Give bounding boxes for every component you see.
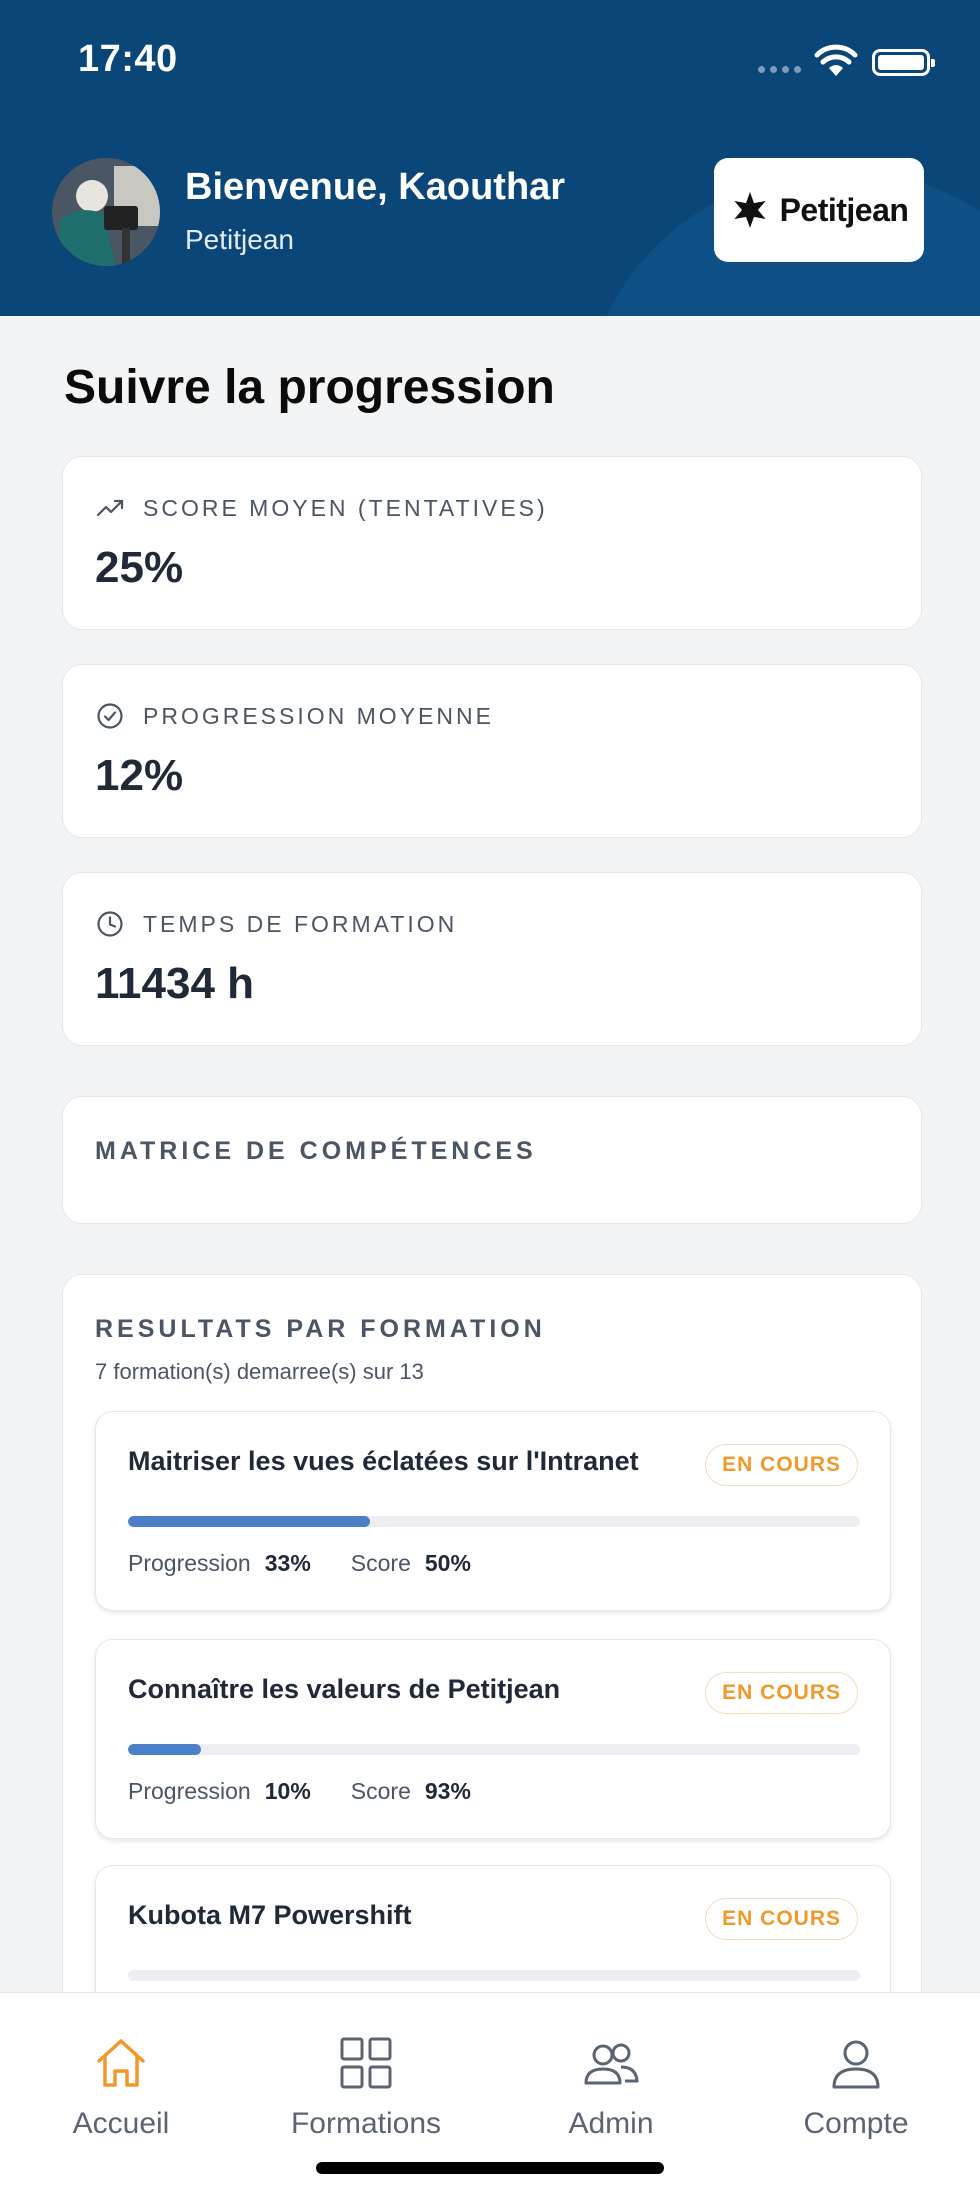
welcome-title: Bienvenue, Kaouthar (185, 166, 566, 208)
nav-label: Admin (568, 2107, 654, 2140)
progress-fill (128, 1744, 202, 1755)
score-value: 50% (424, 1550, 471, 1576)
nav-item-formations[interactable]: Formations (276, 2033, 456, 2141)
course-card[interactable]: Maitriser les vues éclatées sur l'Intran… (95, 1411, 891, 1611)
stat-label: PROGRESSION MOYENNE (143, 703, 494, 729)
home-icon (97, 2039, 145, 2087)
page-title: Suivre la progression (64, 361, 555, 414)
skills-matrix-card[interactable]: MATRICE DE COMPÉTENCES (62, 1096, 922, 1224)
progress-value: 10% (264, 1778, 311, 1804)
course-meta: Progression 10% Score 93% (128, 1778, 511, 1805)
results-card: RESULTATS PAR FORMATION 7 formation(s) d… (62, 1274, 922, 2034)
course-card[interactable]: Connaître les valeurs de Petitjean EN CO… (95, 1639, 891, 1839)
nav-label: Formations (290, 2107, 442, 2140)
wifi-icon (814, 44, 858, 76)
score-label: Score (350, 1550, 411, 1576)
status-badge: EN COURS (705, 1898, 858, 1940)
stat-value: 25% (95, 543, 184, 592)
user-icon (832, 2040, 880, 2089)
results-subtitle: 7 formation(s) demarree(s) sur 13 (95, 1359, 424, 1384)
progress-value: 33% (264, 1550, 311, 1576)
course-title: Connaître les valeurs de Petitjean (128, 1674, 561, 1704)
stat-card-time: TEMPS DE FORMATION 11434 h (62, 872, 922, 1046)
check-circle-icon (97, 703, 123, 729)
company-logo: Petitjean (714, 158, 924, 262)
score-value: 93% (424, 1778, 471, 1804)
nav-item-admin[interactable]: Admin (521, 2033, 701, 2141)
grid-icon (340, 2037, 392, 2089)
progress-label: Progression (128, 1550, 251, 1576)
status-time: 17:40 (78, 38, 178, 80)
progress-label: Progression (128, 1778, 251, 1804)
status-badge: EN COURS (705, 1672, 858, 1714)
nav-item-accueil[interactable]: Accueil (31, 2033, 211, 2141)
stat-value: 11434 h (95, 959, 255, 1008)
progress-fill (128, 1516, 370, 1527)
trending-up-icon (96, 499, 124, 517)
stat-card-score: SCORE MOYEN (TENTATIVES) 25% (62, 456, 922, 630)
nav-label: Compte (803, 2107, 909, 2140)
company-name: Petitjean (185, 224, 294, 255)
stat-value: 12% (95, 751, 184, 800)
course-title: Maitriser les vues éclatées sur l'Intran… (128, 1446, 639, 1476)
stat-label: TEMPS DE FORMATION (143, 911, 458, 937)
progress-track (128, 1744, 860, 1755)
results-title: RESULTATS PAR FORMATION (95, 1315, 546, 1343)
avatar[interactable] (52, 158, 160, 266)
clock-icon (97, 911, 123, 937)
cellular-signal-icon (758, 66, 801, 73)
skills-matrix-title: MATRICE DE COMPÉTENCES (95, 1137, 537, 1165)
stat-label: SCORE MOYEN (TENTATIVES) (143, 495, 548, 521)
battery-icon (872, 49, 935, 76)
nav-item-compte[interactable]: Compte (766, 2033, 946, 2141)
progress-track (128, 1516, 860, 1527)
stat-card-progression: PROGRESSION MOYENNE 12% (62, 664, 922, 838)
header: 17:40 Bienvenue, Kaouthar Petitjean Peti… (0, 0, 980, 316)
nav-label: Accueil (72, 2107, 170, 2140)
home-indicator (316, 2162, 664, 2174)
users-icon (584, 2043, 639, 2085)
score-label: Score (350, 1778, 411, 1804)
status-badge: EN COURS (705, 1444, 858, 1486)
petitjean-logo-icon (733, 192, 766, 228)
course-meta: Progression 33% Score 50% (128, 1550, 511, 1577)
logo-text: Petitjean (779, 191, 909, 228)
progress-track (128, 1970, 860, 1981)
course-title: Kubota M7 Powershift (128, 1900, 412, 1930)
